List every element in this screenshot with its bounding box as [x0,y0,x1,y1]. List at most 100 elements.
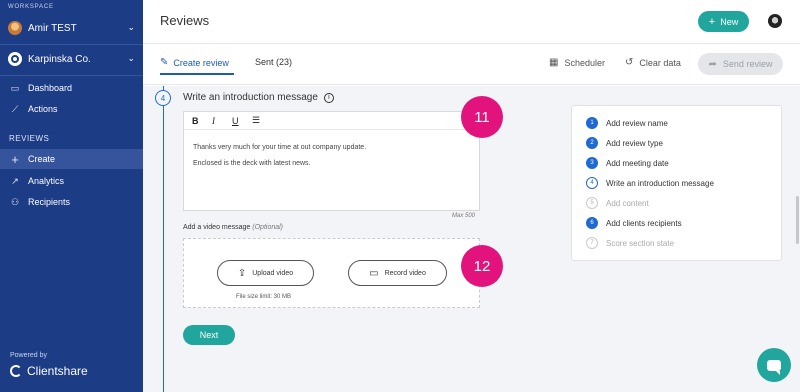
next-button[interactable]: Next [183,325,235,345]
bold-button[interactable]: B [192,116,212,126]
tab-sent[interactable]: Sent (23) [255,57,292,67]
step-status-number: 3 [586,157,598,169]
step-status-number: 5 [586,197,598,209]
step-status-number: 6 [586,217,598,229]
sidebar-item-recipients[interactable]: ⚇ Recipients [0,192,143,212]
steps-item-label: Add meeting date [606,158,669,168]
underline-button[interactable]: U [232,116,252,126]
clear-data-button[interactable]: ↺ Clear data [625,57,681,68]
steps-item-review-type[interactable]: 2 Add review type [586,136,663,150]
workspace-label: WORKSPACE [8,4,54,10]
workspace-switcher-amir[interactable]: Amir TEST ⌄ [8,20,137,36]
editor-line: Thanks very much for your time at out co… [193,144,367,151]
powered-by-label: Powered by [10,352,47,359]
callout-badge-11: 11 [461,96,503,138]
plus-icon: + [11,151,19,167]
steps-item-label: Add review type [606,138,663,148]
calendar-icon: ▦ [549,57,559,68]
sidebar-item-dashboard[interactable]: ▭ Dashboard [0,78,143,98]
intro-message-editor[interactable]: B I U ☰ Thanks very much for your time a… [183,111,480,211]
workspace-name: Amir TEST [28,22,77,34]
step-title: Write an introduction message i [183,92,334,103]
pencil-icon: ✎ [160,57,169,68]
brand-logo[interactable]: Clientshare [10,364,88,378]
record-video-button[interactable]: ▭ Record video [348,260,447,286]
new-button[interactable]: + New [698,11,749,32]
chat-bubble-icon [767,359,781,375]
step-title-text: Write an introduction message [183,92,318,103]
steps-item-score-section[interactable]: 7 Score section state [586,236,674,250]
clientshare-logo-icon [10,365,22,377]
steps-item-label: Add clients recipients [606,218,682,228]
share-icon: ➦ [708,58,717,70]
video-upload-area[interactable]: ⇪ Upload video ▭ Record video File size … [183,238,480,308]
chevron-down-icon: ⌄ [127,22,135,32]
user-avatar[interactable] [768,14,782,28]
sidebar-item-label: Actions [28,104,58,114]
sidebar-item-label: Recipients [28,197,71,207]
steps-item-review-name[interactable]: 1 Add review name [586,116,668,130]
new-button-label: New [720,16,739,27]
sidebar-item-label: Analytics [28,176,65,186]
send-review-button[interactable]: ➦ Send review [698,53,783,75]
sidebar: WORKSPACE Amir TEST ⌄ Karpinska Co. ⌄ ▭ … [0,0,143,392]
step-status-number: 7 [586,237,598,249]
tab-label: Create review [173,57,229,68]
sidebar-item-label: Create [28,154,56,164]
callout-badge-12: 12 [461,245,503,287]
scheduler-button[interactable]: ▦ Scheduler [549,57,605,68]
reset-icon: ↺ [625,57,634,68]
steps-item-intro-message[interactable]: 4 Write an introduction message [586,176,714,190]
chevron-down-icon: ⌄ [127,53,135,63]
step-timeline [163,86,164,392]
steps-item-label: Add review name [606,118,668,128]
upload-video-button[interactable]: ⇪ Upload video [217,260,314,286]
step-status-number: 4 [586,177,598,189]
sidebar-item-label: Dashboard [28,83,73,93]
step-number: 4 [155,90,171,106]
character-limit: Max 500 [452,213,476,219]
steps-item-content[interactable]: 5 Add content [586,196,649,210]
dashboard-icon: ▭ [10,82,20,93]
steps-item-recipients[interactable]: 6 Add clients recipients [586,216,682,230]
steps-item-label: Score section state [606,238,675,248]
plus-icon: + [708,15,716,28]
sidebar-divider [0,75,143,76]
sidebar-item-create[interactable]: + Create [0,149,143,169]
chat-support-button[interactable] [757,348,791,382]
page-title: Reviews [160,13,210,28]
optional-tag: (Optional) [252,224,284,231]
file-size-limit: File size limit: 30 MB [236,294,292,300]
editor-text-area[interactable]: Thanks very much for your time at out co… [184,130,479,182]
tab-create-review[interactable]: ✎ Create review [160,57,229,68]
company-name: Karpinska Co. [28,53,91,65]
active-tab-indicator [160,73,234,75]
steps-item-label: Write an introduction message [606,178,714,188]
record-video-label: Record video [384,269,426,277]
upload-video-label: Upload video [252,269,294,277]
clear-data-label: Clear data [639,57,681,68]
section-label-reviews: REVIEWS [9,134,50,143]
step-status-number: 2 [586,137,598,149]
italic-button[interactable]: I [212,116,232,126]
page-header: Reviews + New [143,0,800,44]
tab-bar: ✎ Create review Sent (23) ▦ Scheduler ↺ … [143,45,800,85]
steps-item-meeting-date[interactable]: 3 Add meeting date [586,156,669,170]
recipients-icon: ⚇ [10,196,20,207]
actions-icon: ⟋ [11,103,19,114]
steps-progress-card: 1 Add review name 2 Add review type 3 Ad… [571,105,782,261]
info-icon[interactable]: i [323,92,334,103]
user-avatar-icon [8,21,22,35]
scrollbar[interactable] [796,196,799,244]
sidebar-item-analytics[interactable]: ↗ Analytics [0,171,143,191]
send-review-label: Send review [722,59,773,69]
workspace-switcher-karpinska[interactable]: Karpinska Co. ⌄ [8,51,137,67]
sidebar-divider [0,44,143,45]
sidebar-item-actions[interactable]: ⟋ Actions [0,99,143,119]
main-content: 4 Write an introduction message i B I U … [143,86,800,392]
brand-name: Clientshare [27,364,88,378]
video-label-text: Add a video message [183,224,251,231]
step-status-number: 1 [586,117,598,129]
video-message-label: Add a video message (Optional) [183,224,283,231]
bullet-list-icon[interactable]: ☰ [252,115,272,126]
